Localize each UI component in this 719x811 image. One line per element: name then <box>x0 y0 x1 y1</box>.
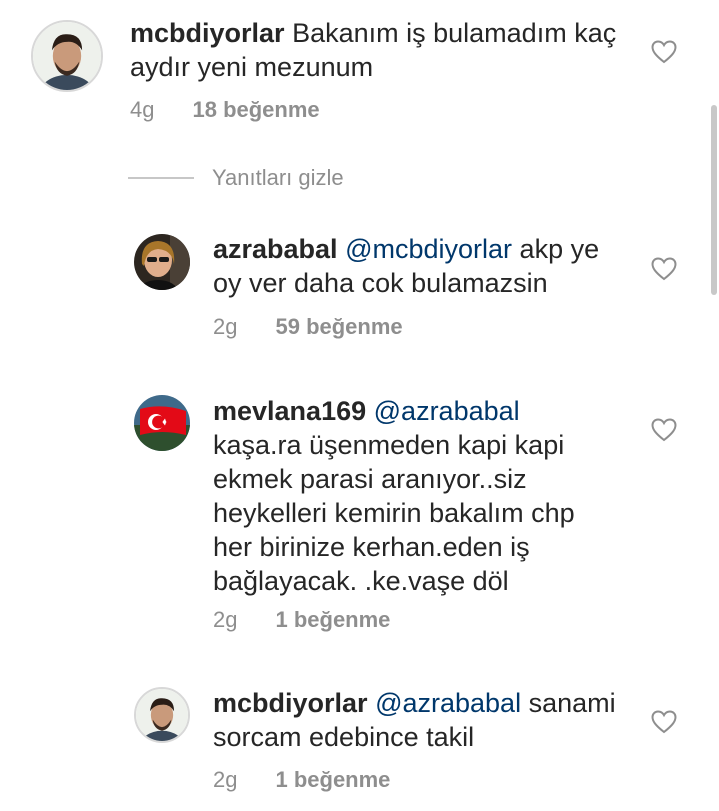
comment-text: mcbdiyorlar Bakanım iş bulamadım kaç ayd… <box>130 16 635 84</box>
mention-link[interactable]: @azrababal <box>374 396 520 426</box>
comment-meta: 2g 1 beğenme <box>213 767 390 793</box>
comment-meta: 4g 18 beğenme <box>130 97 320 123</box>
scrollbar[interactable] <box>711 105 717 295</box>
username[interactable]: mcbdiyorlar <box>130 18 285 48</box>
comment-text: mcbdiyorlar @azrababal sanami sorcam ede… <box>213 686 633 754</box>
hide-replies-label[interactable]: Yanıtları gizle <box>212 165 344 191</box>
comment-text: azrababal @mcbdiyorlar akp ye oy ver dah… <box>213 232 633 300</box>
like-count[interactable]: 1 beğenme <box>275 767 390 793</box>
username[interactable]: mcbdiyorlar <box>213 688 368 718</box>
like-count[interactable]: 1 beğenme <box>275 607 390 633</box>
timestamp: 4g <box>130 97 155 122</box>
like-count[interactable]: 59 beğenme <box>275 314 402 340</box>
comment-text: mevlana169 @azrababal kaşa.ra üşenmeden … <box>213 394 593 598</box>
avatar[interactable] <box>134 687 190 743</box>
mention-link[interactable]: @mcbdiyorlar <box>345 234 512 264</box>
like-count[interactable]: 18 beğenme <box>192 97 319 123</box>
timestamp: 2g <box>213 314 238 339</box>
timestamp: 2g <box>213 607 238 632</box>
heart-icon[interactable] <box>651 710 677 734</box>
mention-link[interactable]: @azrababal <box>375 688 521 718</box>
replies-divider <box>128 177 194 179</box>
comment-meta: 2g 1 beğenme <box>213 607 390 633</box>
username[interactable]: mevlana169 <box>213 396 366 426</box>
heart-icon[interactable] <box>651 40 677 64</box>
username[interactable]: azrababal <box>213 234 338 264</box>
heart-icon[interactable] <box>651 257 677 281</box>
timestamp: 2g <box>213 767 238 792</box>
avatar[interactable] <box>134 234 190 290</box>
heart-icon[interactable] <box>651 418 677 442</box>
comment-body: kaşa.ra üşenmeden kapi kapi ekmek parasi… <box>213 430 575 596</box>
avatar[interactable] <box>134 395 190 451</box>
comment-meta: 2g 59 beğenme <box>213 314 403 340</box>
avatar[interactable] <box>31 20 103 92</box>
hide-replies-toggle[interactable]: Yanıtları gizle <box>128 165 344 191</box>
